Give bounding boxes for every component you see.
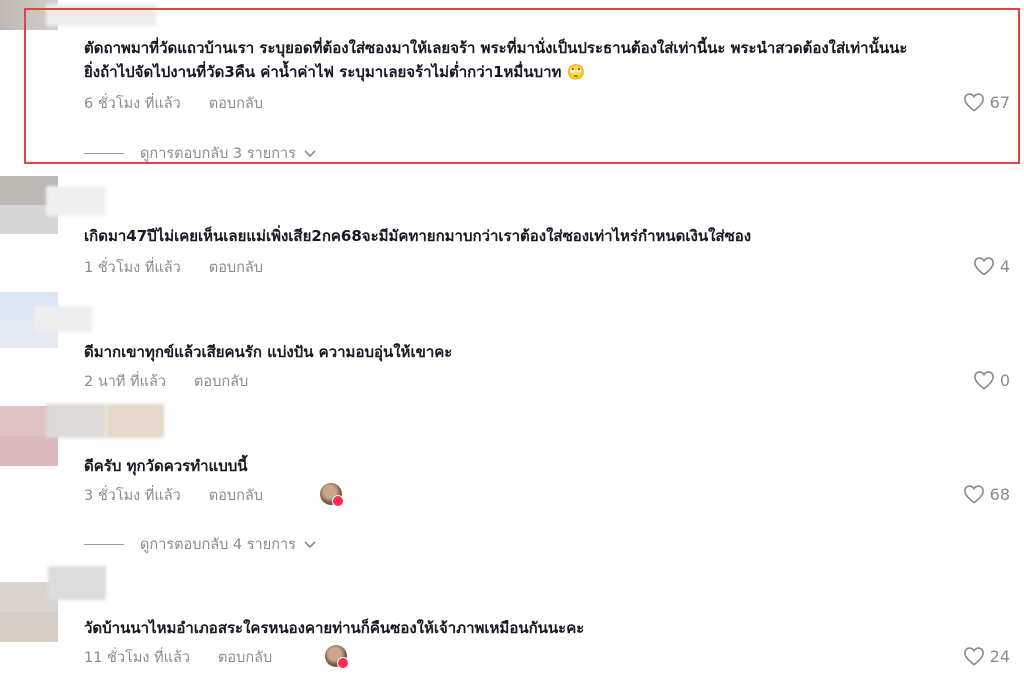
comment-text: ดีมากเขาทุกข์แล้วเสียคนรัก แบ่งปัน ความอ… — [84, 343, 453, 361]
view-replies-label: ดูการตอบกลับ 3 รายการ — [140, 146, 296, 162]
reply-button[interactable]: ตอบกลับ — [209, 92, 263, 115]
chevron-down-icon — [304, 149, 316, 157]
like-count: 68 — [989, 484, 1010, 504]
divider — [84, 544, 124, 545]
timestamp: 1 ชั่วโมง ที่แล้ว — [84, 260, 181, 276]
like-button[interactable]: 68 — [963, 484, 1010, 504]
reply-button[interactable]: ตอบกลับ — [209, 256, 263, 279]
comment-text: วัดบ้านนาไหมอำเภอสระใครหนองคายท่านก็คืนซ… — [84, 619, 585, 637]
comment-text-line: ยิ่งถ้าไปจัดไปงานที่วัด3คืน ค่าน้ำค่าไฟ … — [84, 63, 586, 81]
like-count: 24 — [989, 646, 1010, 666]
like-count: 4 — [999, 256, 1010, 276]
timestamp: 2 นาที ที่แล้ว — [84, 374, 166, 390]
chevron-down-icon — [304, 540, 316, 548]
creator-badge — [337, 657, 349, 669]
like-count: 0 — [999, 370, 1010, 390]
timestamp: 3 ชั่วโมง ที่แล้ว — [84, 488, 181, 504]
username-blurred[interactable] — [46, 404, 106, 438]
reply-button[interactable]: ตอบกลับ — [218, 646, 272, 669]
like-button[interactable]: 24 — [963, 646, 1010, 666]
username-blurred[interactable] — [46, 186, 106, 216]
comment-text-line: ตัดถาพมาที่วัดแถวบ้านเรา ระบุยอดที่ต้องใ… — [84, 39, 908, 57]
like-button[interactable]: 0 — [973, 370, 1010, 390]
username-blurred[interactable] — [106, 404, 164, 438]
timestamp: 11 ชั่วโมง ที่แล้ว — [84, 650, 191, 666]
like-count: 67 — [989, 92, 1010, 112]
comment-meta: 6 ชั่วโมง ที่แล้ว ตอบกลับ — [84, 92, 263, 115]
like-button[interactable]: 4 — [973, 256, 1010, 276]
heart-outline-icon — [963, 485, 984, 504]
heart-outline-icon — [973, 257, 994, 276]
comment-text: ดีครับ ทุกวัดควรทำแบบนี้ — [84, 457, 248, 475]
reply-button[interactable]: ตอบกลับ — [209, 484, 263, 507]
view-replies-button[interactable]: ดูการตอบกลับ 4 รายการ — [84, 533, 316, 556]
heart-outline-icon — [963, 93, 984, 112]
like-button[interactable]: 67 — [963, 92, 1010, 112]
heart-outline-icon — [963, 647, 984, 666]
comment-meta: 1 ชั่วโมง ที่แล้ว ตอบกลับ — [84, 256, 263, 279]
timestamp: 6 ชั่วโมง ที่แล้ว — [84, 96, 181, 112]
comment-meta: 11 ชั่วโมง ที่แล้ว ตอบกลับ — [84, 646, 272, 669]
comment-text: ตัดถาพมาที่วัดแถวบ้านเรา ระบุยอดที่ต้องใ… — [84, 36, 907, 84]
comment-meta: 3 ชั่วโมง ที่แล้ว ตอบกลับ — [84, 484, 263, 507]
view-replies-button[interactable]: ดูการตอบกลับ 3 รายการ — [84, 142, 316, 165]
highlight-box — [24, 8, 1020, 164]
divider — [84, 153, 124, 154]
view-replies-label: ดูการตอบกลับ 4 รายการ — [140, 537, 296, 553]
comment-meta: 2 นาที ที่แล้ว ตอบกลับ — [84, 370, 248, 393]
creator-badge — [332, 495, 344, 507]
reply-button[interactable]: ตอบกลับ — [194, 370, 248, 393]
username-blurred[interactable] — [34, 306, 92, 332]
username-blurred[interactable] — [48, 566, 106, 600]
comment-text: เกิดมา47ปีไม่เคยเห็นเลยแม่เพิ่งเสีย2กค68… — [84, 227, 752, 245]
heart-outline-icon — [973, 371, 994, 390]
username-blurred[interactable] — [46, 4, 156, 26]
